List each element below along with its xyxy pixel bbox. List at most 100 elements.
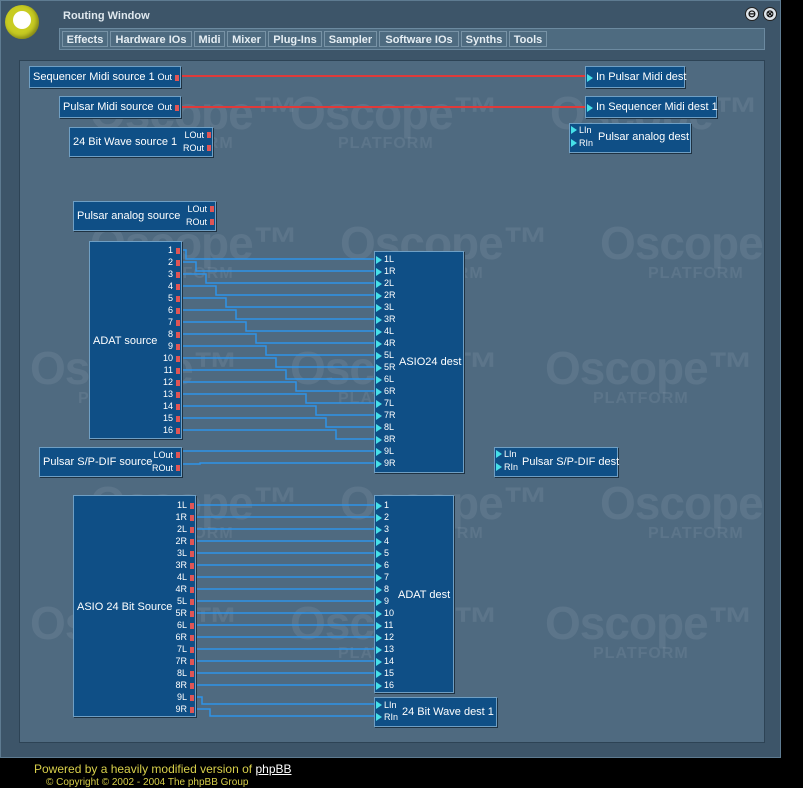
input-port[interactable] bbox=[376, 340, 382, 348]
module-spdif-dest[interactable]: LIn RIn Pulsar S/P-DIF dest bbox=[494, 447, 619, 477]
output-port[interactable] bbox=[176, 260, 180, 266]
menu-effects[interactable]: Effects bbox=[62, 31, 108, 47]
output-port[interactable] bbox=[176, 368, 180, 374]
menu-synths[interactable]: Synths bbox=[461, 31, 507, 47]
input-port[interactable] bbox=[376, 268, 382, 276]
output-port[interactable] bbox=[175, 105, 179, 111]
module-sequencer-midi-dest[interactable]: In Sequencer Midi dest 1 bbox=[585, 96, 718, 118]
audio-cable[interactable] bbox=[182, 273, 376, 284]
input-port[interactable] bbox=[571, 126, 577, 134]
audio-cable[interactable] bbox=[182, 321, 376, 332]
audio-cable[interactable] bbox=[182, 357, 376, 368]
output-port[interactable] bbox=[176, 248, 180, 254]
menu-plug-ins[interactable]: Plug-Ins bbox=[268, 31, 322, 47]
input-port[interactable] bbox=[376, 514, 382, 522]
input-port[interactable] bbox=[376, 436, 382, 444]
audio-cable[interactable] bbox=[196, 696, 376, 705]
audio-cable[interactable] bbox=[182, 462, 376, 465]
output-port[interactable] bbox=[176, 308, 180, 314]
menu-sampler[interactable]: Sampler bbox=[324, 31, 377, 47]
minimize-icon[interactable]: ⊖ bbox=[745, 7, 759, 21]
menu-mixer[interactable]: Mixer bbox=[227, 31, 266, 47]
input-port[interactable] bbox=[376, 316, 382, 324]
menu-hardware-ios[interactable]: Hardware IOs bbox=[110, 31, 192, 47]
input-port[interactable] bbox=[496, 463, 502, 471]
input-port[interactable] bbox=[376, 622, 382, 630]
output-port[interactable] bbox=[176, 320, 180, 326]
audio-cable[interactable] bbox=[182, 333, 376, 344]
input-port[interactable] bbox=[376, 682, 382, 690]
input-port[interactable] bbox=[376, 526, 382, 534]
audio-cable[interactable] bbox=[196, 708, 376, 717]
input-port[interactable] bbox=[376, 424, 382, 432]
audio-cable[interactable] bbox=[182, 405, 376, 416]
output-port[interactable] bbox=[190, 563, 194, 569]
menu-software-ios[interactable]: Software IOs bbox=[379, 31, 459, 47]
output-port[interactable] bbox=[207, 145, 211, 151]
output-port[interactable] bbox=[176, 356, 180, 362]
input-port[interactable] bbox=[376, 634, 382, 642]
output-port[interactable] bbox=[190, 647, 194, 653]
module-wave-dest[interactable]: LIn RIn 24 Bit Wave dest 1 bbox=[374, 697, 497, 727]
input-port[interactable] bbox=[376, 352, 382, 360]
input-port[interactable] bbox=[496, 450, 502, 458]
output-port[interactable] bbox=[190, 623, 194, 629]
output-port[interactable] bbox=[176, 332, 180, 338]
module-pulsar-analog-dest[interactable]: LIn RIn Pulsar analog dest bbox=[569, 123, 691, 153]
input-port[interactable] bbox=[376, 670, 382, 678]
output-port[interactable] bbox=[176, 380, 180, 386]
module-spdif-source[interactable]: Pulsar S/P-DIF source LOut ROut bbox=[39, 447, 182, 477]
input-port[interactable] bbox=[376, 550, 382, 558]
module-pulsar-midi-source[interactable]: Pulsar Midi source Out bbox=[59, 96, 181, 118]
input-port[interactable] bbox=[376, 658, 382, 666]
input-port[interactable] bbox=[376, 502, 382, 510]
input-port[interactable] bbox=[376, 292, 382, 300]
input-port[interactable] bbox=[376, 598, 382, 606]
input-port[interactable] bbox=[587, 74, 593, 82]
output-port[interactable] bbox=[190, 695, 194, 701]
input-port[interactable] bbox=[376, 304, 382, 312]
input-port[interactable] bbox=[376, 646, 382, 654]
input-port[interactable] bbox=[376, 448, 382, 456]
input-port[interactable] bbox=[587, 104, 593, 112]
output-port[interactable] bbox=[176, 404, 180, 410]
output-port[interactable] bbox=[190, 551, 194, 557]
input-port[interactable] bbox=[571, 139, 577, 147]
input-port[interactable] bbox=[376, 460, 382, 468]
input-port[interactable] bbox=[376, 538, 382, 546]
input-port[interactable] bbox=[376, 412, 382, 420]
output-port[interactable] bbox=[210, 219, 214, 225]
audio-cable[interactable] bbox=[182, 429, 376, 440]
close-icon[interactable]: ⊗ bbox=[763, 7, 777, 21]
routing-canvas[interactable]: Oscope™PLATFORM Oscope™PLATFORM Oscope™P… bbox=[19, 60, 765, 743]
input-port[interactable] bbox=[376, 574, 382, 582]
output-port[interactable] bbox=[190, 671, 194, 677]
output-port[interactable] bbox=[190, 527, 194, 533]
input-port[interactable] bbox=[376, 400, 382, 408]
audio-cable[interactable] bbox=[182, 261, 376, 272]
input-port[interactable] bbox=[376, 388, 382, 396]
output-port[interactable] bbox=[176, 344, 180, 350]
output-port[interactable] bbox=[176, 428, 180, 434]
input-port[interactable] bbox=[376, 713, 382, 721]
input-port[interactable] bbox=[376, 280, 382, 288]
output-port[interactable] bbox=[190, 587, 194, 593]
output-port[interactable] bbox=[176, 392, 180, 398]
menu-midi[interactable]: Midi bbox=[194, 31, 225, 47]
output-port[interactable] bbox=[190, 683, 194, 689]
input-port[interactable] bbox=[376, 364, 382, 372]
audio-cable[interactable] bbox=[182, 393, 376, 404]
audio-cable[interactable] bbox=[182, 345, 376, 356]
input-port[interactable] bbox=[376, 610, 382, 618]
output-port[interactable] bbox=[190, 635, 194, 641]
phpbb-link[interactable]: phpBB bbox=[255, 762, 291, 776]
output-port[interactable] bbox=[176, 272, 180, 278]
output-port[interactable] bbox=[175, 75, 179, 81]
module-asio24-dest[interactable]: ASIO24 dest 1L 1R 2L 2R 3L 3R 4L 4R 5L 5R 6L 6R 7L 7R… bbox=[374, 251, 464, 473]
input-port[interactable] bbox=[376, 586, 382, 594]
module-pulsar-analog-source[interactable]: Pulsar analog source LOut ROut bbox=[73, 201, 216, 231]
output-port[interactable] bbox=[190, 707, 194, 713]
audio-cable[interactable] bbox=[182, 285, 376, 296]
input-port[interactable] bbox=[376, 256, 382, 264]
module-pulsar-midi-dest[interactable]: In Pulsar Midi dest bbox=[585, 66, 686, 88]
